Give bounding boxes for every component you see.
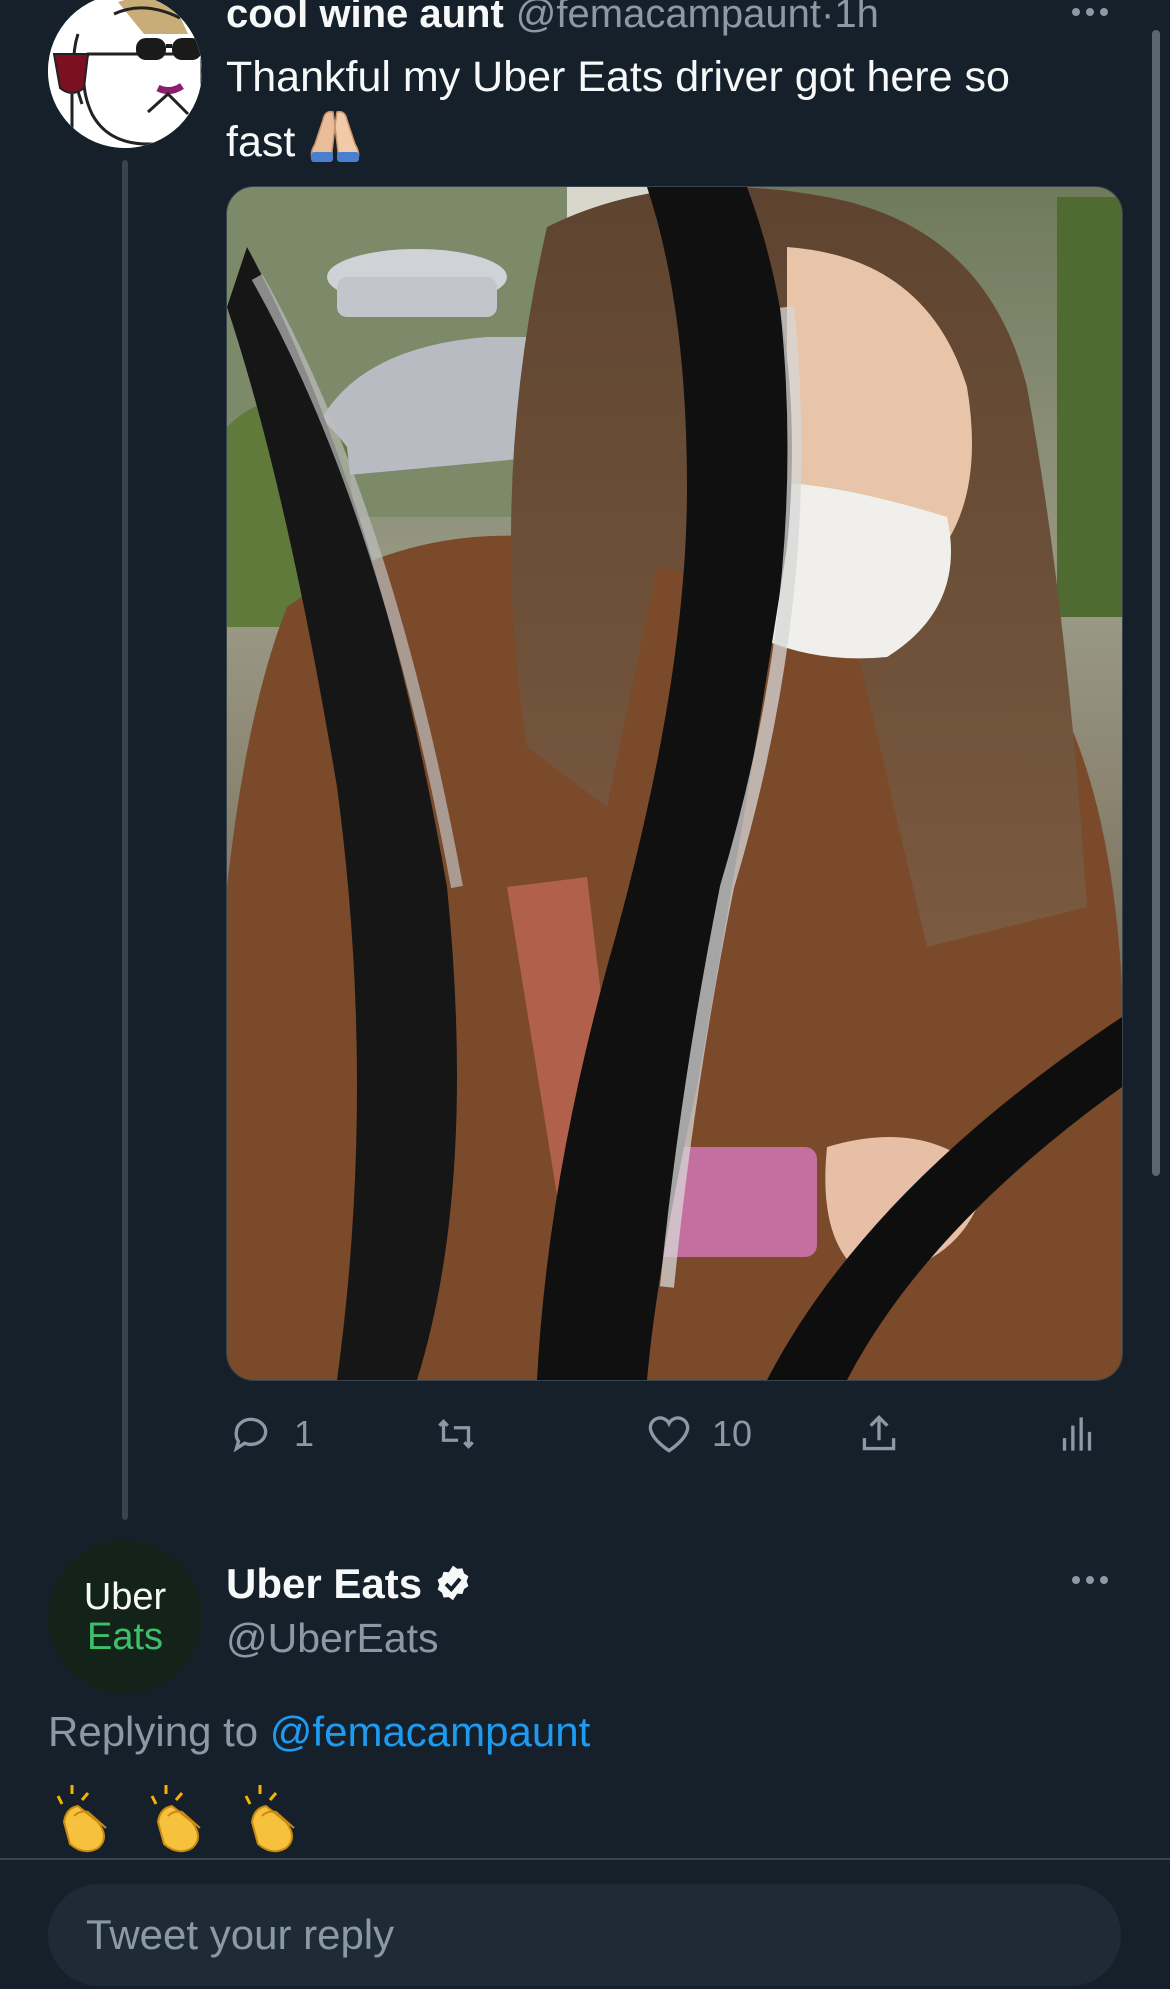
tweet-photo[interactable] (226, 186, 1123, 1381)
analytics-icon (1062, 1417, 1092, 1451)
reply-author-handle[interactable]: @UberEats (226, 1615, 439, 1662)
avatar-logo-uber: Uber (83, 1576, 167, 1618)
replying-mention-link[interactable]: @femacampaunt (270, 1708, 590, 1755)
author-name[interactable]: cool wine aunt (226, 0, 504, 36)
scrollbar[interactable] (1152, 30, 1160, 1176)
retweet-icon (438, 1419, 474, 1449)
replying-to-line: Replying to @femacampaunt (48, 1708, 590, 1756)
share-action[interactable] (854, 1402, 904, 1466)
like-action[interactable]: 10 (644, 1402, 752, 1466)
retweet-action[interactable] (431, 1402, 499, 1466)
analytics-action[interactable] (1052, 1402, 1102, 1466)
delivery-driver-photo-icon (227, 187, 1122, 1380)
heart-icon (648, 1416, 690, 1453)
cartoon-avatar-icon (48, 0, 202, 148)
clapping-hands-icon (56, 1785, 107, 1853)
reply-input[interactable] (84, 1910, 988, 1960)
reply-count: 1 (294, 1413, 315, 1454)
tweet-more-button[interactable] (1072, 8, 1120, 22)
reply-emojis (48, 1782, 308, 1854)
more-dot-icon (1086, 1576, 1094, 1584)
more-dot-icon (1100, 8, 1108, 16)
replying-prefix: Replying to (48, 1708, 259, 1755)
more-dot-icon (1072, 1576, 1080, 1584)
tweet-action-bar: 1 10 (226, 1402, 1106, 1466)
more-dot-icon (1072, 8, 1080, 16)
verified-badge-icon (437, 1565, 469, 1601)
more-dot-icon (1100, 1576, 1108, 1584)
composer-divider (0, 1858, 1170, 1860)
folded-hands-emoji-icon (305, 106, 365, 177)
clapping-hands-icon (150, 1785, 201, 1853)
reply-author-name: Uber Eats (226, 1560, 423, 1607)
tweet-text: Thankful my Uber Eats driver got here so… (226, 48, 1076, 177)
reply-icon (233, 1417, 268, 1453)
reply-author[interactable]: Uber Eats (226, 1560, 474, 1608)
author-avatar[interactable] (48, 0, 202, 148)
time-separator: · (821, 0, 835, 36)
avatar-logo-eats: Eats (86, 1616, 164, 1658)
clapping-hands-icon (244, 1785, 295, 1853)
reply-composer[interactable] (48, 1884, 1121, 1986)
tweet-header: cool wine aunt @femacampaunt·1h (226, 0, 879, 37)
more-dot-icon (1086, 8, 1094, 16)
ubereats-avatar[interactable]: Uber Eats (48, 1540, 202, 1694)
thread-connector-line (122, 160, 128, 1520)
share-icon (862, 1414, 896, 1451)
like-count: 10 (712, 1413, 753, 1454)
author-handle[interactable]: @femacampaunt (516, 0, 821, 36)
tweet-time[interactable]: 1h (834, 0, 879, 36)
reply-action[interactable]: 1 (226, 1402, 314, 1466)
reply-more-button[interactable] (1072, 1576, 1120, 1590)
